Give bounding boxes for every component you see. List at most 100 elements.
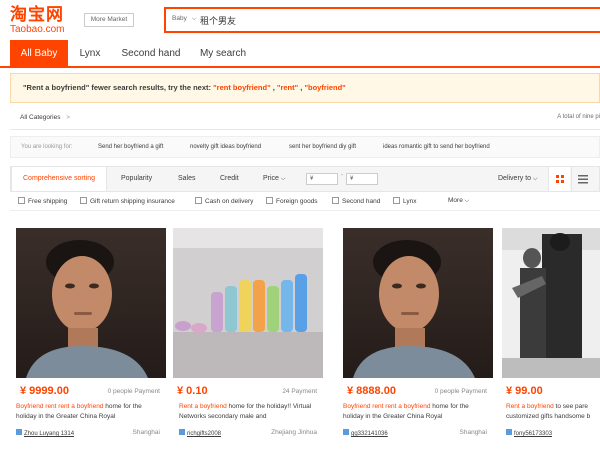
checkbox-icon[interactable] bbox=[80, 197, 87, 204]
title-keyword: rent bbox=[370, 403, 386, 410]
filter-second-hand[interactable]: Second hand bbox=[332, 197, 380, 205]
suggest-link-boyfriend[interactable]: "boyfriend" bbox=[304, 83, 345, 92]
search-input[interactable] bbox=[200, 12, 580, 28]
shop-name: gg332141036 bbox=[351, 431, 388, 437]
product-card[interactable]: ¥ 8888.00 0 people Payment Boyfriend ren… bbox=[343, 228, 493, 450]
sort-bar: Comprehensive sorting Popularity Sales C… bbox=[10, 166, 600, 192]
tab-my-search[interactable]: My search bbox=[192, 40, 254, 66]
sort-credit[interactable]: Credit bbox=[220, 167, 239, 191]
tab-lynx[interactable]: Lynx bbox=[70, 40, 110, 66]
filter-label: Second hand bbox=[342, 198, 381, 205]
filter-foreign-goods[interactable]: Foreign goods bbox=[266, 197, 318, 205]
checkbox-icon[interactable] bbox=[266, 197, 273, 204]
filter-free-shipping[interactable]: Free shipping bbox=[18, 197, 67, 205]
search-scope-dropdown[interactable]: Baby ⌵ bbox=[172, 15, 196, 23]
list-view-icon[interactable] bbox=[571, 167, 593, 191]
product-card[interactable]: ¥ 0.10 24 Payment Rent a boyfriend home … bbox=[173, 228, 323, 450]
price-from-input[interactable]: ¥ bbox=[306, 173, 338, 185]
product-image[interactable] bbox=[502, 228, 600, 378]
delivery-label: Delivery to bbox=[498, 175, 532, 182]
logo-cn-text: 淘宝网 bbox=[10, 5, 64, 24]
shop-name: fony56173303 bbox=[514, 431, 553, 437]
checkbox-icon[interactable] bbox=[18, 197, 25, 204]
filter-label: Gift return shipping insurance bbox=[90, 198, 175, 205]
shop-link[interactable]: richgifts2008 bbox=[179, 429, 221, 437]
product-price: ¥ 99.00 bbox=[506, 385, 543, 397]
category-tabs: All Baby Lynx Second hand My search bbox=[0, 40, 600, 68]
related-search-item[interactable]: Send her boyfriend a gift bbox=[98, 137, 163, 157]
grid-view-icon[interactable] bbox=[548, 167, 570, 191]
product-title[interactable]: Boyfriend rent rent a boyfriend home for… bbox=[16, 402, 164, 422]
sort-price[interactable]: Price ⌵ bbox=[263, 167, 285, 191]
product-card[interactable]: ¥ 99.00 Rent a boyfriend to see pare cus… bbox=[502, 228, 600, 450]
product-payments: 0 people Payment bbox=[434, 388, 487, 395]
product-title[interactable]: Rent a boyfriend to see pare customized … bbox=[506, 402, 600, 422]
header: 淘宝网 Taobao.com More Market Baby ⌵ bbox=[0, 0, 600, 40]
filter-more-dropdown[interactable]: More ⌵ bbox=[448, 197, 469, 205]
tab-all-baby[interactable]: All Baby bbox=[10, 40, 68, 66]
product-payments: 0 people Payment bbox=[107, 388, 160, 395]
title-keyword: Boyfriend bbox=[343, 403, 371, 410]
filter-return-insurance[interactable]: Gift return shipping insurance bbox=[80, 197, 175, 205]
title-keyword: rent bbox=[43, 403, 59, 410]
related-searches: You are looking for: Send her boyfriend … bbox=[10, 136, 600, 158]
title-keyword: Rent a boyfriend bbox=[506, 403, 554, 410]
product-location: Shanghai bbox=[132, 429, 160, 436]
product-title[interactable]: Rent a boyfriend home for the holiday!! … bbox=[179, 402, 321, 422]
filter-label: Free shipping bbox=[28, 198, 68, 205]
checkbox-icon[interactable] bbox=[393, 197, 400, 204]
shop-icon bbox=[506, 429, 512, 435]
product-location: Shanghai bbox=[459, 429, 487, 436]
shop-link[interactable]: fony56173303 bbox=[506, 429, 552, 437]
shop-icon bbox=[179, 429, 185, 435]
product-image[interactable] bbox=[173, 228, 323, 378]
shop-link[interactable]: gg332141036 bbox=[343, 429, 388, 437]
notice-text: "Rent a boyfriend" fewer search results,… bbox=[23, 83, 214, 92]
suggest-link-rent-boyfriend[interactable]: "rent boyfriend" bbox=[213, 83, 271, 92]
shop-icon bbox=[16, 429, 22, 435]
title-keyword: rent a boyfriend bbox=[58, 403, 104, 410]
chevron-right-icon: > bbox=[66, 114, 71, 121]
logo-en-text: Taobao.com bbox=[10, 24, 65, 35]
chevron-down-icon: ⌵ bbox=[191, 16, 197, 22]
sort-popularity[interactable]: Popularity bbox=[121, 167, 152, 191]
more-market-button[interactable]: More Market bbox=[84, 13, 134, 27]
related-label: You are looking for: bbox=[21, 144, 73, 150]
filter-label: Foreign goods bbox=[276, 198, 318, 205]
product-card[interactable]: ¥ 9999.00 0 people Payment Boyfriend ren… bbox=[16, 228, 166, 450]
sort-sales[interactable]: Sales bbox=[178, 167, 196, 191]
filter-label: Lynx bbox=[403, 198, 417, 205]
product-price: ¥ 0.10 bbox=[177, 385, 208, 397]
product-image[interactable] bbox=[343, 228, 493, 378]
product-price: ¥ 8888.00 bbox=[347, 385, 396, 397]
product-payments: 24 Payment bbox=[282, 388, 317, 395]
price-to-input[interactable]: ¥ bbox=[346, 173, 378, 185]
results-total: A total of nine pi bbox=[557, 114, 600, 120]
shop-link[interactable]: Zhou Luyang 1314 bbox=[16, 429, 74, 437]
tab-second-hand[interactable]: Second hand bbox=[116, 40, 186, 66]
checkbox-icon[interactable] bbox=[332, 197, 339, 204]
related-search-item[interactable]: ideas romantic gift to send her boyfrien… bbox=[383, 137, 490, 157]
filter-bar: Free shipping Gift return shipping insur… bbox=[10, 193, 600, 211]
checkbox-icon[interactable] bbox=[195, 197, 202, 204]
all-categories-link[interactable]: All Categories bbox=[20, 114, 60, 121]
sort-comprehensive[interactable]: Comprehensive sorting bbox=[11, 167, 107, 191]
taobao-logo[interactable]: 淘宝网 Taobao.com bbox=[10, 6, 76, 36]
product-price: ¥ 9999.00 bbox=[20, 385, 69, 397]
delivery-to-dropdown[interactable]: Delivery to ⌵ bbox=[498, 167, 538, 191]
filter-lynx[interactable]: Lynx bbox=[393, 197, 417, 205]
shop-name: Zhou Luyang 1314 bbox=[24, 431, 75, 437]
search-box[interactable]: Baby ⌵ bbox=[164, 7, 600, 33]
suggest-link-rent[interactable]: "rent" bbox=[277, 83, 298, 92]
category-row: All Categories > A total of nine pi bbox=[20, 114, 600, 126]
product-title[interactable]: Boyfriend rent rent a boyfriend home for… bbox=[343, 402, 491, 422]
related-search-item[interactable]: sent her boyfriend diy gift bbox=[289, 137, 356, 157]
related-search-item[interactable]: novelty gift ideas boyfriend bbox=[190, 137, 261, 157]
divider bbox=[10, 129, 600, 130]
shop-icon bbox=[343, 429, 349, 435]
price-range-dash: - bbox=[341, 172, 344, 179]
product-image[interactable] bbox=[16, 228, 166, 378]
filter-cash-on-delivery[interactable]: Cash on delivery bbox=[195, 197, 253, 205]
product-location: Zhejiang Jinhua bbox=[271, 429, 317, 436]
few-results-notice: "Rent a boyfriend" fewer search results,… bbox=[10, 73, 600, 103]
